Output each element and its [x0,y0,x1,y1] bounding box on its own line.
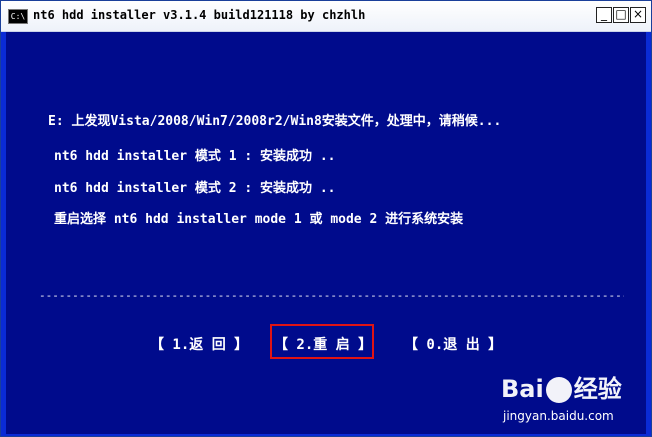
console-app-icon[interactable]: C:\ [8,9,28,24]
status-line-mode1: nt6 hdd installer 模式 1 : 安装成功 .. [54,149,336,164]
paw-icon [545,377,572,403]
console-window: C:\ nt6 hdd installer v3.1.4 build121118… [0,0,652,437]
back-option[interactable]: 【 1.返 回 】 [150,334,248,354]
minimize-button[interactable]: _ [596,7,612,23]
watermark-logo-right: 经验 [573,375,622,403]
window-title: nt6 hdd installer v3.1.4 build121118 by … [33,8,366,22]
watermark-logo-left: Bai [501,375,544,403]
baidu-jingyan-watermark: Bai 经验 jingyan.baidu.com [501,369,646,433]
status-line-mode2: nt6 hdd installer 模式 2 : 安装成功 .. [54,181,336,196]
title-bar[interactable]: C:\ nt6 hdd installer v3.1.4 build121118… [1,1,651,32]
watermark-logo: Bai 经验 [501,369,622,404]
divider-line: ----------------------------------------… [39,289,624,302]
maximize-button[interactable]: □ [613,7,629,23]
status-line-instructions: 重启选择 nt6 hdd installer mode 1 或 mode 2 进… [54,212,464,227]
status-line-found: E: 上发现Vista/2008/Win7/2008r2/Win8安装文件，处理… [48,114,502,129]
close-button[interactable]: × [630,7,646,23]
watermark-url: jingyan.baidu.com [503,409,614,423]
exit-option[interactable]: 【 0.退 出 】 [404,334,502,354]
restart-option[interactable]: 【 2.重 启 】 [274,334,372,354]
